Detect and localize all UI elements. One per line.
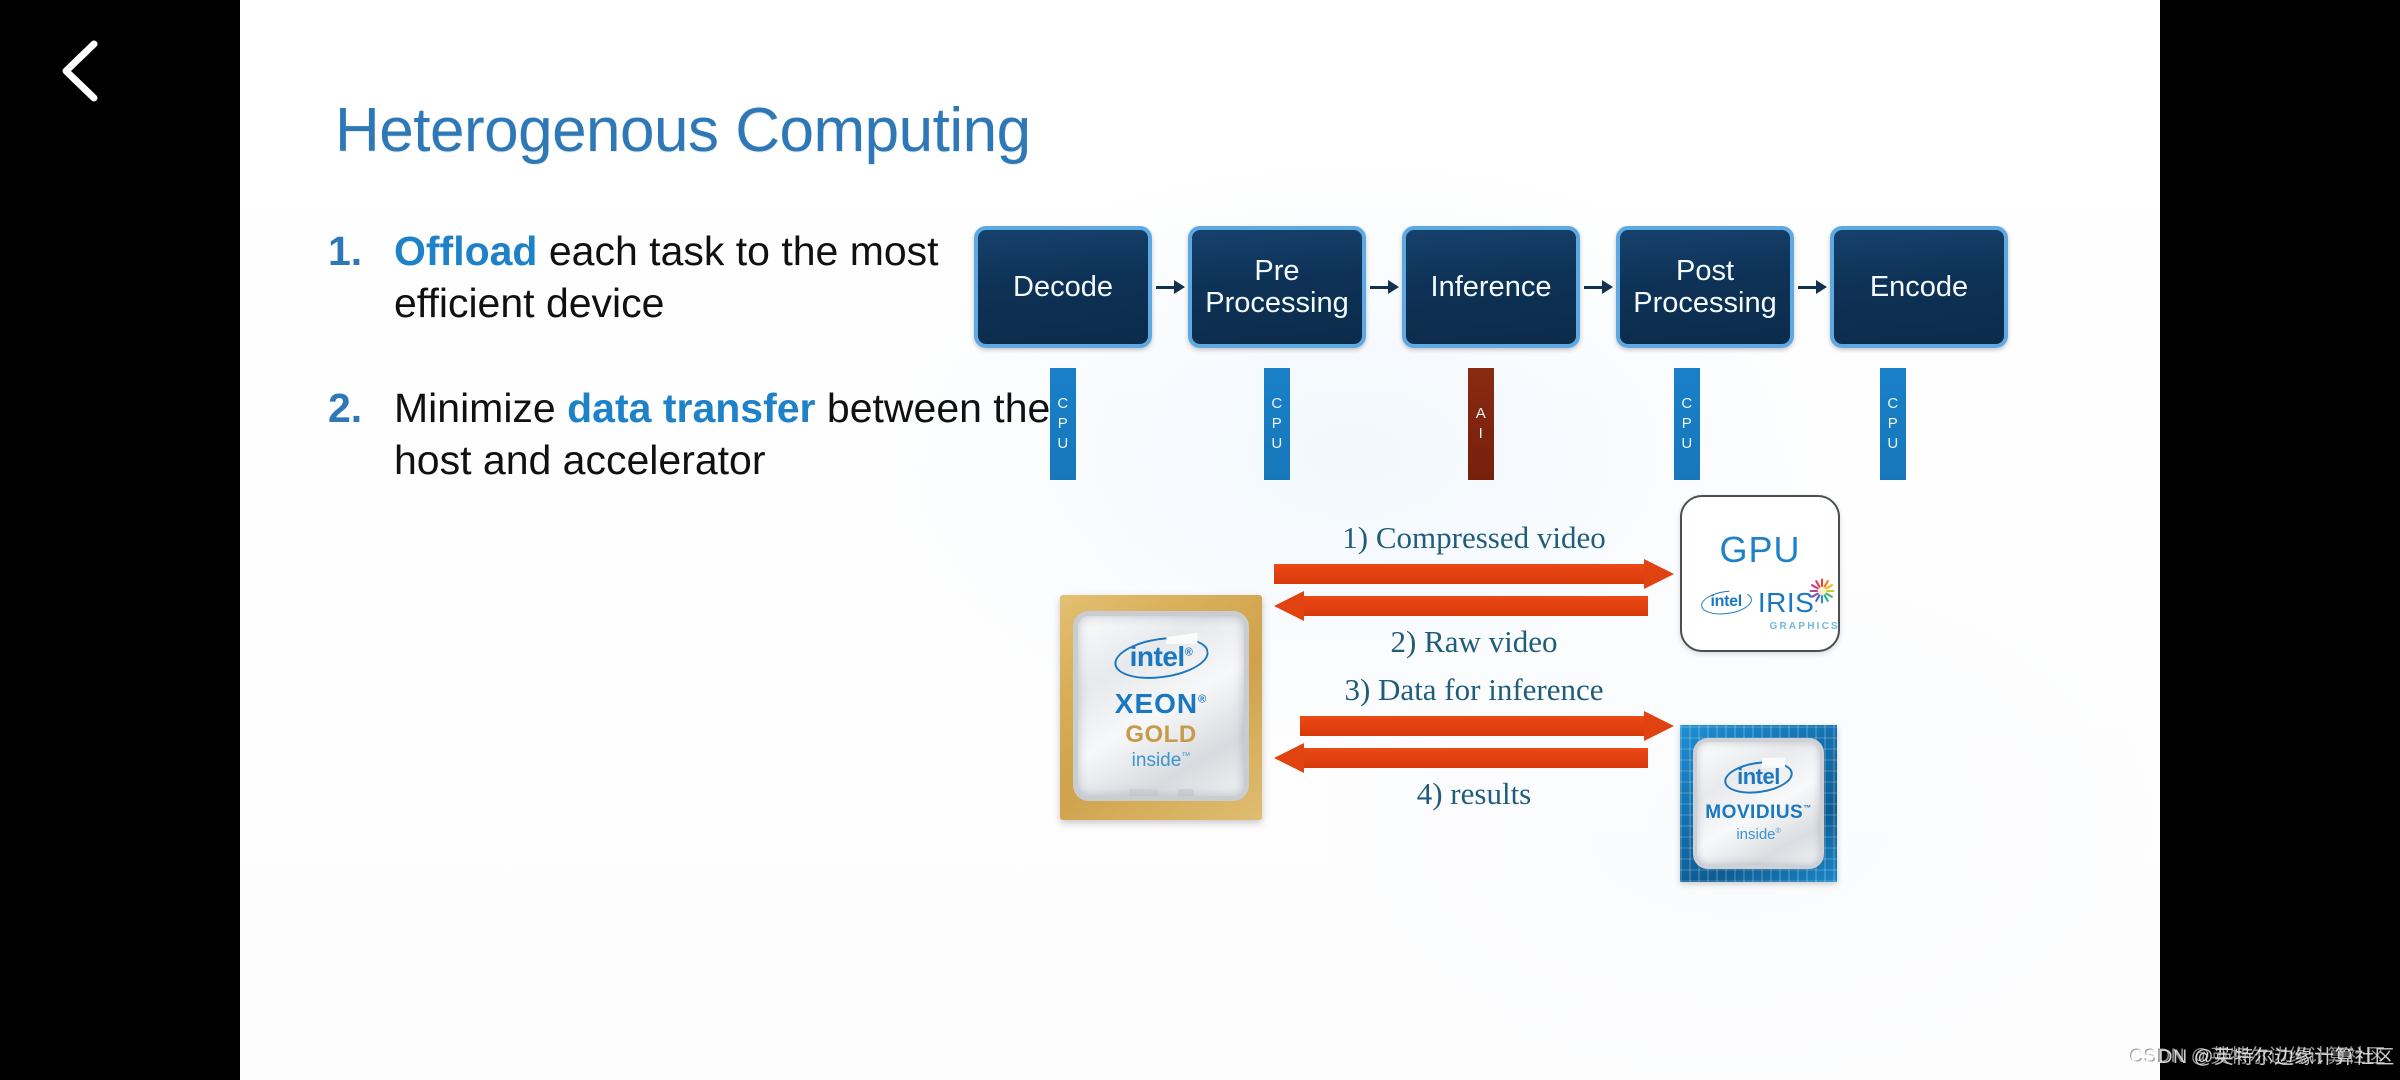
bullet-highlight: data transfer [567, 384, 816, 431]
gpu-title-text: GPU [1719, 528, 1801, 570]
xeon-inside-word: inside [1131, 749, 1182, 771]
device-tag-letter: P [1271, 414, 1283, 432]
arrow-right-icon [1152, 276, 1188, 298]
movidius-name-text: MOVIDIUS [1705, 802, 1804, 823]
flow-label-raw-video: 2) Raw video [1390, 624, 1558, 659]
list-item: 2. Minimize data transfer between the ho… [328, 382, 1058, 487]
list-item: 1. Offload each task to the most efficie… [328, 225, 1058, 330]
device-tag-letter: C [1057, 394, 1069, 412]
bullet-number: 2. [328, 384, 363, 431]
flow-gpu: 1) Compressed video 2) Raw video [1274, 520, 1674, 660]
pipeline-stage-label: Post Processing [1633, 254, 1777, 319]
device-tag-letter: U [1681, 435, 1693, 453]
pipeline-stage-encode: Encode [1830, 226, 2008, 348]
flow-label-compressed-video: 1) Compressed video [1342, 520, 1606, 555]
movidius-inside-text: inside® [1736, 826, 1780, 843]
device-tag-decode: C P U [1050, 368, 1076, 480]
device-tag-letter: I [1478, 425, 1484, 442]
device-tag-post-processing: C P U [1674, 368, 1700, 480]
arrow-right-icon [1580, 276, 1616, 298]
flow-label-results: 4) results [1416, 776, 1532, 811]
intel-iris-logo: intel IRIS. GRAPHICS [1699, 577, 1838, 632]
chip-notch-icon [1129, 789, 1158, 796]
xeon-inside-text: inside™ [1132, 750, 1191, 772]
flow-movidius: 3) Data for inference 4) results [1274, 672, 1674, 812]
xeon-name-mark: ® [1198, 693, 1208, 706]
intel-logo-icon: intel [1699, 587, 1754, 618]
bullet-text: Offload each task to the most efficient … [394, 225, 1058, 330]
chip-notch-icon [1177, 789, 1195, 796]
iris-name: IRIS [1757, 586, 1815, 618]
device-tag-letter: P [1887, 414, 1899, 432]
pipeline-stage-label: Pre Processing [1205, 254, 1349, 319]
pipeline-stage-inference: Inference [1402, 226, 1580, 348]
xeon-name-text: XEON [1114, 687, 1199, 719]
flow-label-data-for-inference: 3) Data for inference [1344, 672, 1604, 707]
movidius-inside-mark: ® [1775, 828, 1781, 835]
arrow-right-icon [1794, 276, 1830, 298]
iris-subtitle-text: GRAPHICS [1769, 620, 1840, 632]
pipeline-stage-label: Inference [1430, 270, 1552, 303]
bullet-highlight: Offload [394, 228, 538, 274]
pipeline-stage-post-processing: Post Processing [1616, 226, 1794, 348]
pipeline-stage-label: Decode [1013, 270, 1113, 303]
pipeline-stage-pre-processing: Pre Processing [1188, 226, 1366, 348]
movidius-product-name: MOVIDIUS™ [1705, 802, 1811, 824]
device-tag-letter: U [1271, 435, 1283, 453]
slide-viewer: Heterogenous Computing 1. Offload each t… [0, 0, 2400, 1080]
pipeline-stage-label: Encode [1869, 270, 1969, 303]
intel-xeon-chip-image: intel® XEON® GOLD inside™ [1060, 595, 1262, 820]
pipeline-diagram: Decode Pre Processing Inference Post Pro… [974, 226, 2008, 348]
movidius-inside-word: inside [1736, 826, 1776, 843]
xeon-grade-text: GOLD [1125, 720, 1197, 748]
back-button[interactable] [36, 26, 126, 116]
device-tag-encode: C P U [1880, 368, 1906, 480]
pipeline-stage-decode: Decode [974, 226, 1152, 348]
chevron-left-icon [58, 38, 104, 104]
bullet-text: Minimize data transfer between the host … [394, 382, 1058, 487]
device-tag-letter: U [1057, 435, 1069, 453]
device-tag-letter: P [1681, 414, 1693, 432]
device-tag-letter: A [1475, 404, 1487, 422]
intel-logo-icon: intel [1722, 757, 1795, 798]
watermark: CSDN @英特尔边缘计算社区 CSDN @英特尔边缘计算社区 [2129, 1041, 2394, 1068]
xeon-product-name: XEON® [1115, 688, 1207, 720]
arrow-left-thick-icon [1274, 743, 1674, 773]
bullet-pre-text: Minimize [394, 384, 568, 431]
intel-iris-gpu-badge: GPU intel IRIS. GRAPHICS [1680, 495, 1840, 652]
xeon-inside-mark: ™ [1181, 750, 1191, 761]
arrow-right-icon [1366, 276, 1402, 298]
device-tag-pre-processing: C P U [1264, 368, 1290, 480]
bullet-number: 1. [328, 228, 363, 274]
device-tag-letter: C [1681, 394, 1693, 412]
arrow-right-thick-icon [1274, 711, 1674, 741]
watermark-text-overlay: CSDN @英特尔边缘计算社区 [2130, 1047, 2395, 1068]
device-tag-letter: U [1887, 435, 1899, 453]
bullet-list: 1. Offload each task to the most efficie… [328, 225, 1058, 539]
arrow-right-thick-icon [1274, 559, 1674, 589]
device-tag-letter: P [1057, 414, 1069, 432]
slide-canvas: Heterogenous Computing 1. Offload each t… [240, 0, 2160, 1080]
device-tag-letter: C [1271, 394, 1283, 412]
intel-movidius-chip-image: intel MOVIDIUS™ inside® [1680, 725, 1837, 882]
page-title: Heterogenous Computing [335, 96, 1031, 165]
arrow-left-thick-icon [1274, 591, 1674, 621]
device-tag-letter: C [1887, 394, 1899, 412]
starburst-icon [1808, 577, 1835, 604]
movidius-name-mark: ™ [1803, 803, 1812, 813]
hardware-flow-diagram: intel® XEON® GOLD inside™ 1) Compressed … [1060, 495, 2090, 940]
device-tag-inference: A I [1468, 368, 1494, 480]
intel-logo-icon: intel® [1115, 641, 1208, 675]
